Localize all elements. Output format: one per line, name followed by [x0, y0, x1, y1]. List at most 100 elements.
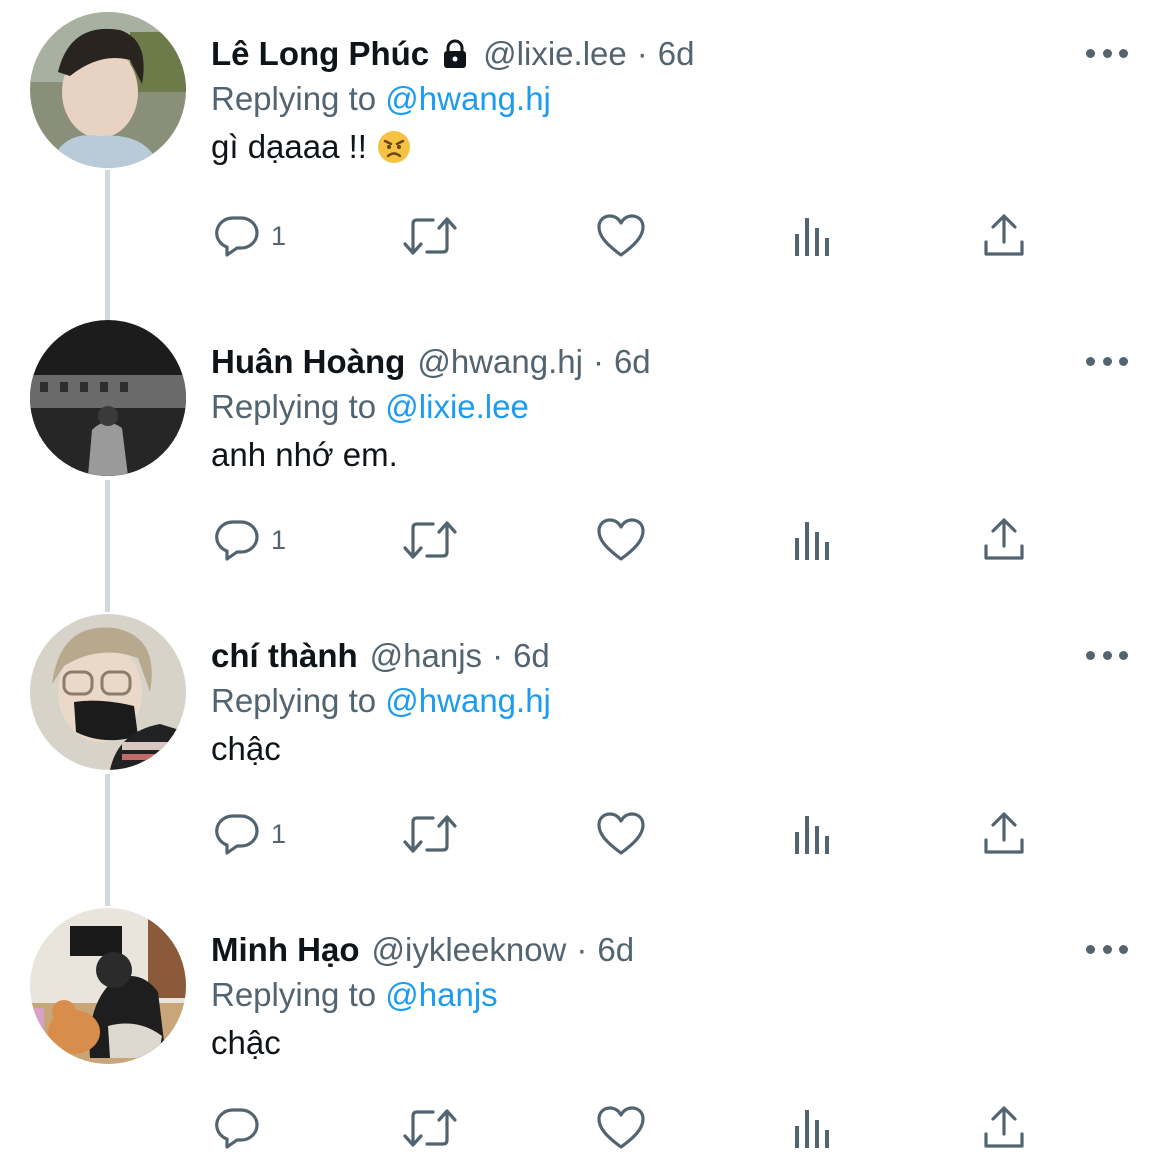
share-button[interactable] — [982, 1104, 1026, 1152]
views-button[interactable] — [793, 1104, 833, 1152]
tweet[interactable]: Huân Hoàng @hwang.hj · 6d Replying to @l… — [0, 320, 1170, 614]
reply-icon — [215, 216, 259, 257]
tweet-actions: 1 — [0, 212, 1170, 268]
replying-to: Replying to @hanjs — [211, 976, 498, 1014]
replying-prefix: Replying to — [211, 80, 377, 117]
mention-link[interactable]: @hwang.hj — [385, 80, 551, 117]
views-button[interactable] — [793, 516, 833, 564]
tweet-header: chí thành @hanjs · 6d — [211, 634, 550, 678]
retweet-icon — [403, 521, 457, 559]
avatar[interactable] — [30, 12, 186, 168]
timestamp[interactable]: 6d — [597, 931, 634, 969]
avatar-photo — [30, 614, 186, 770]
reply-count: 1 — [271, 220, 287, 251]
reply-count: 1 — [271, 818, 287, 849]
like-button[interactable] — [596, 212, 646, 260]
avatar-photo — [30, 320, 186, 476]
retweet-button[interactable] — [402, 516, 458, 564]
tweet-body: chậc — [211, 730, 281, 767]
reply-button[interactable]: 1 — [213, 516, 286, 564]
more-icon[interactable] — [1086, 938, 1128, 960]
tweet[interactable]: Minh Hạo @iykleeknow · 6d Replying to @h… — [0, 908, 1170, 1172]
like-icon — [597, 1106, 645, 1149]
user-handle[interactable]: @hanjs — [370, 637, 482, 675]
replying-prefix: Replying to — [211, 388, 377, 425]
avatar-photo — [30, 12, 186, 168]
reply-button[interactable] — [213, 1104, 271, 1152]
avatar[interactable] — [30, 614, 186, 770]
timestamp[interactable]: 6d — [614, 343, 651, 381]
tweet-actions: 1 — [0, 516, 1170, 572]
mention-link[interactable]: @hwang.hj — [385, 682, 551, 719]
share-icon — [984, 518, 1024, 560]
replying-to: Replying to @lixie.lee — [211, 388, 529, 426]
angry-face-emoji — [377, 130, 411, 164]
views-button[interactable] — [793, 212, 833, 260]
tweet-header: Minh Hạo @iykleeknow · 6d — [211, 928, 634, 972]
like-button[interactable] — [596, 516, 646, 564]
display-name[interactable]: Huân Hoàng — [211, 343, 405, 381]
retweet-button[interactable] — [402, 810, 458, 858]
more-icon[interactable] — [1086, 644, 1128, 666]
mention-link[interactable]: @lixie.lee — [385, 388, 529, 425]
views-icon — [795, 1110, 829, 1148]
separator-dot: · — [576, 931, 588, 968]
replying-to: Replying to @hwang.hj — [211, 80, 551, 118]
views-button[interactable] — [793, 810, 833, 858]
share-button[interactable] — [982, 810, 1026, 858]
tweet[interactable]: chí thành @hanjs · 6d Replying to @hwang… — [0, 614, 1170, 908]
tweet-text: chậc — [211, 730, 281, 768]
views-icon — [795, 816, 829, 854]
retweet-button[interactable] — [402, 212, 458, 260]
tweet-actions: 1 — [0, 810, 1170, 866]
display-name[interactable]: Minh Hạo — [211, 931, 359, 969]
like-button[interactable] — [596, 810, 646, 858]
reply-button[interactable]: 1 — [213, 212, 286, 260]
lock-icon — [439, 38, 471, 70]
avatar[interactable] — [30, 908, 186, 1064]
reply-button[interactable]: 1 — [213, 810, 286, 858]
views-icon — [795, 522, 829, 560]
tweet-header: Huân Hoàng @hwang.hj · 6d — [211, 340, 651, 384]
user-handle[interactable]: @lixie.lee — [483, 35, 627, 73]
like-icon — [597, 518, 645, 561]
tweet-body: chậc — [211, 1024, 281, 1061]
like-button[interactable] — [596, 1104, 646, 1152]
user-handle[interactable]: @hwang.hj — [417, 343, 583, 381]
display-name[interactable]: chí thành — [211, 637, 358, 675]
mention-link[interactable]: @hanjs — [385, 976, 497, 1013]
avatar-photo — [30, 908, 186, 1064]
user-handle[interactable]: @iykleeknow — [371, 931, 566, 969]
separator-dot: · — [592, 343, 604, 380]
timestamp[interactable]: 6d — [658, 35, 695, 73]
reply-icon — [215, 1108, 259, 1149]
share-icon — [984, 1106, 1024, 1148]
share-button[interactable] — [982, 212, 1026, 260]
share-icon — [984, 214, 1024, 256]
tweet-body: gì dạaaa !! — [211, 128, 367, 165]
share-icon — [984, 812, 1024, 854]
like-icon — [597, 214, 645, 257]
tweet-actions — [0, 1104, 1170, 1160]
tweet-header: Lê Long Phúc @lixie.lee · 6d — [211, 32, 694, 76]
views-icon — [795, 218, 829, 256]
timestamp[interactable]: 6d — [513, 637, 550, 675]
retweet-icon — [403, 815, 457, 853]
display-name[interactable]: Lê Long Phúc — [211, 35, 429, 73]
tweet[interactable]: Lê Long Phúc @lixie.lee · 6d Replying to… — [0, 12, 1170, 312]
separator-dot: · — [636, 35, 648, 72]
share-button[interactable] — [982, 516, 1026, 564]
reply-icon — [215, 520, 259, 561]
retweet-icon — [403, 217, 457, 255]
replying-to: Replying to @hwang.hj — [211, 682, 551, 720]
reply-icon — [215, 814, 259, 855]
like-icon — [597, 812, 645, 855]
avatar[interactable] — [30, 320, 186, 476]
more-icon[interactable] — [1086, 350, 1128, 372]
more-icon[interactable] — [1086, 42, 1128, 64]
retweet-button[interactable] — [402, 1104, 458, 1152]
reply-count: 1 — [271, 524, 287, 555]
tweet-text: chậc — [211, 1024, 281, 1062]
tweet-text: anh nhớ em. — [211, 436, 398, 474]
tweet-body: anh nhớ em. — [211, 436, 398, 473]
